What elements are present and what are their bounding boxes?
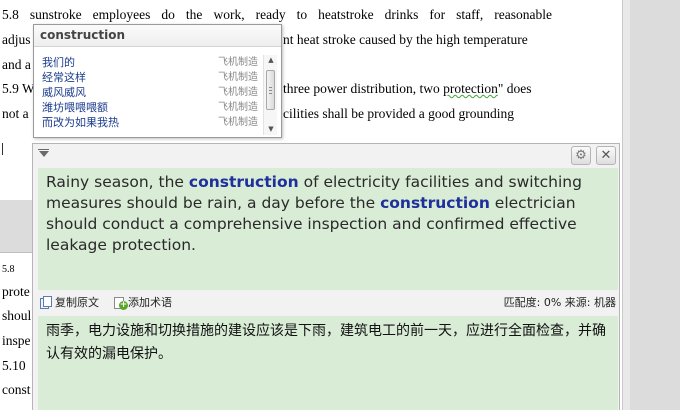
page-shadow: [622, 0, 630, 410]
collapse-arrow-icon[interactable]: [39, 151, 49, 157]
doc-fragment: shoul: [2, 308, 32, 323]
doc-fragment: inspe: [2, 333, 31, 348]
add-term-icon: +: [113, 297, 128, 310]
target-text-box[interactable]: 雨季，电力设施和切换措施的建设应该是下雨，建筑电工的前一天，应进行全面检查，并确…: [38, 316, 618, 410]
grip-line: [269, 87, 272, 88]
page-break-gap: [0, 200, 34, 252]
scroll-up-icon[interactable]: ▲: [264, 55, 278, 66]
doc-text-fragment: " does: [497, 81, 532, 96]
gear-icon: ⚙: [575, 148, 587, 163]
panel-toolbar: 复制原文 + 添加术语 匹配度: 0% 来源: 机器: [38, 294, 618, 312]
suggestion-source: 飞机制造: [218, 117, 258, 128]
doc-line-2-start: adjus: [2, 32, 31, 47]
scroll-thumb[interactable]: [266, 70, 275, 110]
suggestion-source: 飞机制造: [218, 102, 258, 113]
doc-line-2-end: nt heat stroke caused by the high temper…: [283, 32, 528, 47]
copy-icon: [40, 296, 53, 309]
scroll-down-icon[interactable]: ▼: [264, 124, 278, 135]
doc-fragment: prote: [2, 284, 30, 299]
suggestion-term: 我们的: [42, 56, 75, 69]
source-text-box[interactable]: Rainy season, the construction of electr…: [38, 168, 618, 290]
doc-line-5-end: cilities shall be provided a good ground…: [283, 106, 514, 121]
copy-source-label: 复制原文: [55, 296, 99, 309]
panel-titlebar: ⚙ ✕: [33, 144, 619, 168]
doc-text-fragment: three power distribution, two: [283, 81, 444, 96]
suggestion-item[interactable]: 威风威风 飞机制造: [34, 85, 266, 100]
document-gutter: [622, 0, 680, 410]
page-edge: [0, 252, 34, 253]
settings-button[interactable]: ⚙: [571, 146, 591, 165]
suggestion-term: 经常这样: [42, 71, 86, 84]
doc-section-number: 5.8: [2, 264, 15, 275]
suggestion-term: 威风威风: [42, 86, 86, 99]
highlighted-term[interactable]: construction: [380, 194, 490, 212]
close-icon: ✕: [600, 148, 612, 163]
doc-line-5-start: not a: [2, 106, 29, 121]
doc-line-4-start: 5.9 W: [2, 81, 35, 96]
translation-panel: ⚙ ✕ Rainy season, the construction of el…: [32, 143, 620, 410]
doc-line-3-start: and a: [2, 57, 31, 72]
grip-line: [269, 93, 272, 94]
source-text: Rainy season, the: [46, 173, 189, 191]
close-button[interactable]: ✕: [596, 146, 616, 165]
doc-line-4-end: three power distribution, two protection…: [283, 81, 531, 97]
doc-line-1: 5.8 sunstroke employees do the work, rea…: [2, 7, 552, 22]
suggestion-item[interactable]: 我们的 飞机制造: [34, 55, 266, 70]
text-cursor: [2, 143, 3, 155]
suggestion-source: 飞机制造: [218, 72, 258, 83]
suggestion-list: 我们的 飞机制造 经常这样 飞机制造 威风威风 飞机制造 潍坊喂喂喂额 飞机制造 而改为…: [34, 55, 266, 130]
suggestion-term: 潍坊喂喂喂额: [42, 101, 108, 114]
grip-line: [269, 90, 272, 91]
doc-fragment: 5.10: [2, 358, 26, 373]
collapse-bar: [38, 149, 49, 150]
match-score: 匹配度: 0% 来源: 机器: [503, 296, 616, 309]
term-suggestion-popup: construction 我们的 飞机制造 经常这样 飞机制造 威风威风 飞机制造 潍…: [33, 24, 282, 138]
suggestion-term: 而改为如果我热: [42, 116, 119, 129]
suggestion-source: 飞机制造: [218, 87, 258, 98]
doc-fragment: const: [2, 382, 31, 397]
spellcheck-word[interactable]: protection: [443, 81, 498, 96]
add-term-label: 添加术语: [128, 296, 172, 309]
suggestion-item[interactable]: 而改为如果我热 飞机制造: [34, 115, 266, 130]
highlighted-term[interactable]: construction: [189, 173, 299, 191]
suggestion-query: construction: [34, 25, 281, 47]
suggestion-scrollbar[interactable]: ▲ ▼: [263, 55, 277, 135]
suggestion-item[interactable]: 经常这样 飞机制造: [34, 70, 266, 85]
suggestion-item[interactable]: 潍坊喂喂喂额 飞机制造: [34, 100, 266, 115]
suggestion-source: 飞机制造: [218, 57, 258, 68]
